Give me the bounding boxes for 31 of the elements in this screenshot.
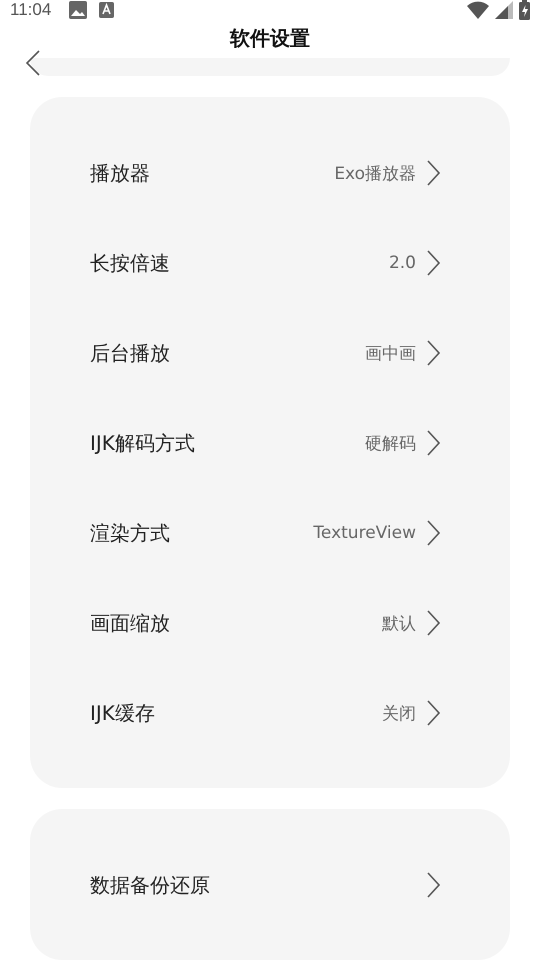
chevron-right-icon (426, 872, 440, 898)
setting-label[interactable]: 画面缩放 (90, 610, 170, 636)
wifi-icon (467, 1, 489, 19)
chevron-right-icon (426, 160, 440, 186)
setting-value: 默认 (382, 612, 416, 634)
setting-value: 画中画 (365, 342, 416, 364)
font-icon (99, 2, 114, 18)
setting-label[interactable]: 数据备份还原 (90, 872, 210, 898)
chevron-right-icon (426, 700, 440, 726)
setting-value: 硬解码 (365, 432, 416, 454)
setting-label[interactable]: 播放器 (90, 160, 150, 186)
chevron-right-icon (426, 250, 440, 276)
setting-label[interactable]: IJK解码方式 (90, 430, 195, 456)
image-icon (69, 1, 88, 19)
setting-value: Exo播放器 (334, 162, 416, 184)
setting-value: 关闭 (382, 702, 416, 724)
setting-label[interactable]: 渲染方式 (90, 520, 170, 546)
chevron-right-icon (426, 520, 440, 546)
chevron-right-icon (426, 610, 440, 636)
setting-label[interactable]: IJK缓存 (90, 700, 155, 726)
setting-label[interactable]: 长按倍速 (90, 250, 170, 276)
status-time: 11:04 (10, 0, 52, 20)
battery-icon (519, 0, 530, 20)
setting-label[interactable]: 后台播放 (90, 340, 170, 366)
chevron-right-icon (426, 430, 440, 456)
setting-value: TextureView (313, 523, 416, 543)
setting-value: 2.0 (388, 253, 416, 273)
chevron-right-icon (426, 340, 440, 366)
signal-icon (495, 1, 513, 19)
back-icon[interactable] (25, 50, 41, 76)
page-title: 软件设置 (230, 25, 310, 52)
